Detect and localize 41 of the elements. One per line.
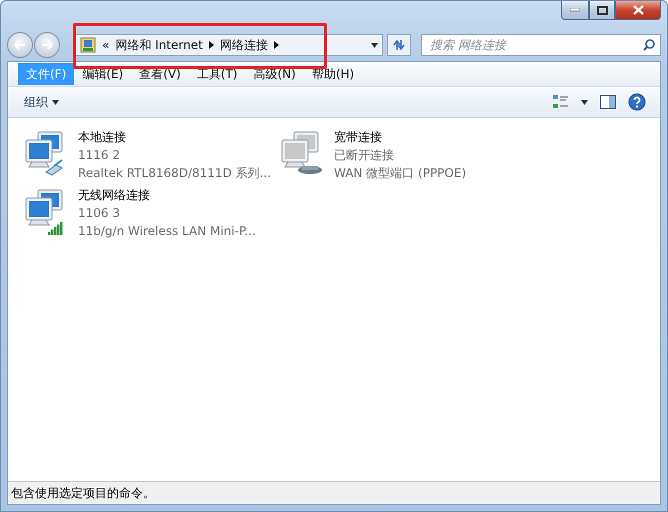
status-text: 包含使用选定项目的命令。	[11, 484, 155, 502]
maximize-icon	[596, 6, 608, 14]
caret-icon	[52, 100, 59, 104]
connection-status: 1116 2	[78, 147, 121, 164]
menu-item[interactable]: 帮助(H)	[304, 63, 362, 85]
connection-name[interactable]: 宽带连接	[334, 128, 466, 146]
chevron-right-icon[interactable]	[274, 41, 279, 49]
connection-name[interactable]: 本地连接	[78, 128, 272, 146]
close-button[interactable]	[615, 1, 661, 20]
caret-icon	[581, 100, 588, 104]
connection-status: 已断开连接	[334, 147, 395, 164]
arrow-left-icon	[14, 40, 26, 50]
dropdown-caret-icon	[371, 42, 378, 48]
refresh-button[interactable]	[387, 34, 411, 56]
forward-button[interactable]	[34, 32, 60, 58]
breadcrumb-item[interactable]: 网络和 Internet	[115, 36, 203, 54]
search-icon	[643, 39, 655, 51]
control-panel-icon	[80, 37, 96, 53]
preview-pane-icon	[600, 95, 616, 109]
connection-device: WAN 微型端口 (PPPOE)	[334, 165, 466, 182]
minimize-button[interactable]	[561, 1, 589, 20]
connection-name[interactable]: 无线网络连接	[78, 186, 256, 204]
connection-status: 1106 3	[78, 205, 121, 222]
menu-item[interactable]: 高级(N)	[246, 63, 304, 85]
back-button[interactable]	[7, 32, 33, 58]
chevron-right-icon[interactable]	[208, 41, 214, 49]
address-bar[interactable]: « 网络和 Internet 网络连接	[75, 34, 383, 56]
connection-device: 11b/g/n Wireless LAN Mini-P...	[78, 223, 256, 240]
maximize-button[interactable]	[589, 1, 615, 20]
connection-device: Realtek RTL8168D/8111D 系列...	[78, 165, 272, 182]
minimize-icon	[570, 8, 580, 12]
search-field[interactable]: 搜索 网络连接	[421, 34, 661, 56]
menu-item[interactable]: 编辑(E)	[74, 63, 132, 85]
view-list-icon	[553, 95, 569, 109]
breadcrumb-item[interactable]: 网络连接	[220, 36, 268, 54]
organize-button[interactable]: 组织	[20, 92, 63, 112]
help-icon	[628, 93, 646, 111]
close-icon	[632, 5, 644, 15]
refresh-icon	[392, 39, 406, 51]
breadcrumb-overflow[interactable]: «	[102, 38, 110, 52]
arrow-right-icon	[41, 40, 53, 50]
